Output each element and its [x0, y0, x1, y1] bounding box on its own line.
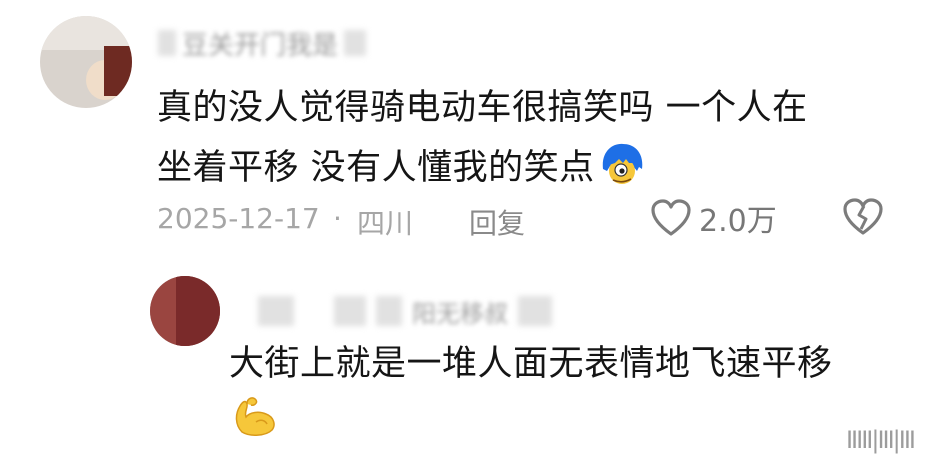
username-blur — [258, 296, 294, 326]
comment-date: 2025-12-17 — [157, 202, 320, 235]
username-blur — [518, 296, 552, 326]
username-blur — [344, 30, 367, 56]
broken-heart-icon[interactable] — [843, 198, 883, 243]
reply-button[interactable]: 回复 — [469, 202, 525, 242]
like-count: 2.0万 — [699, 204, 777, 239]
heart-icon — [651, 199, 691, 236]
username-text: 豆关开门我是 — [182, 30, 339, 61]
comment-text: 真的没人觉得骑电动车很搞笑吗 一个人在 坐着平移 没有人懂我的笑点 — [157, 78, 877, 198]
blue-hair-face-emoji-icon — [599, 141, 645, 187]
like-button[interactable]: 2.0万 — [651, 196, 777, 240]
comment-text-line-2: 坐着平移 没有人懂我的笑点 — [157, 148, 595, 188]
watermark: IIIII|III|III — [845, 426, 916, 454]
flexed-biceps-emoji-icon — [232, 392, 278, 438]
comment-text-line: 坐着平移 没有人懂我的笑点 — [157, 138, 877, 198]
comment-meta: 2025-12-17 · 四川 回复 2.0万 — [157, 196, 897, 242]
username-blur — [376, 296, 402, 326]
meta-separator: · — [333, 202, 342, 235]
commenter-username[interactable]: 豆关开门我是 — [158, 28, 367, 61]
reply-text: 大街上就是一堆人面无表情地飞速平移 — [229, 344, 833, 384]
replier-avatar[interactable] — [150, 276, 220, 346]
comment-text-line: 真的没人觉得骑电动车很搞笑吗 一个人在 — [157, 88, 808, 128]
username-text: 阳无移叔 — [412, 299, 508, 328]
replier-username[interactable]: 阳无移叔 — [258, 294, 552, 328]
comment-location: 四川 — [357, 207, 414, 240]
commenter-avatar[interactable] — [40, 16, 132, 108]
username-blur — [158, 30, 176, 56]
username-blur — [334, 296, 366, 326]
